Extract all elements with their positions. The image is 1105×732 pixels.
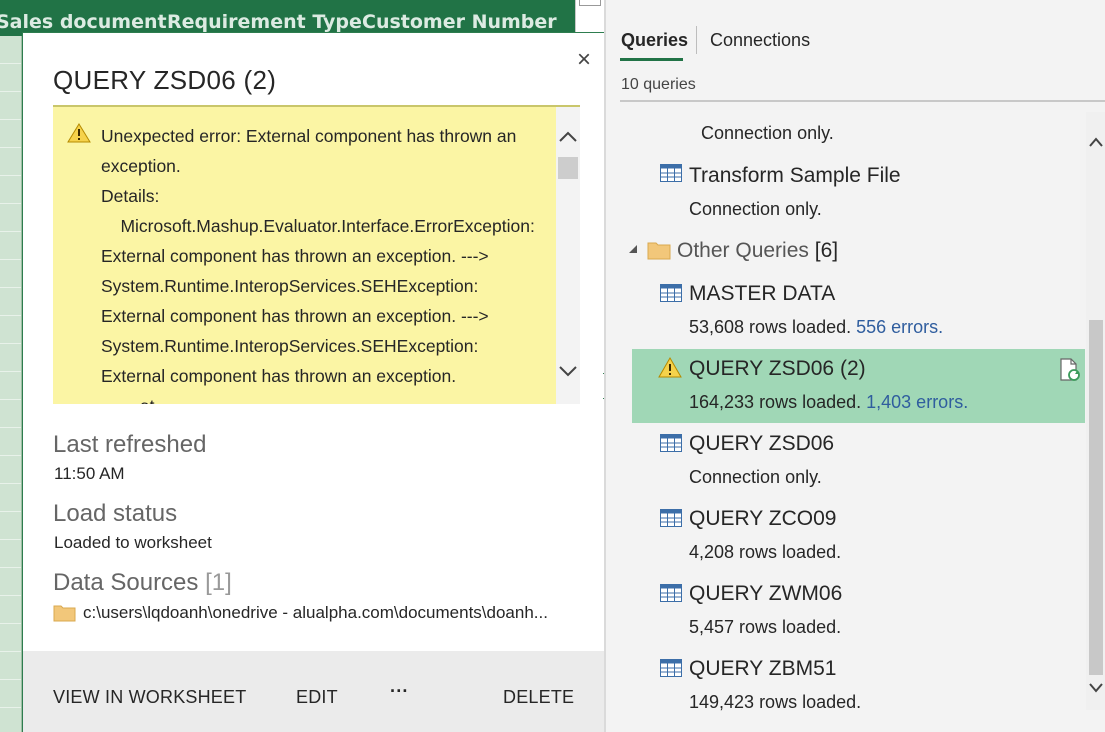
pane-divider — [620, 100, 1105, 102]
warning-icon — [67, 123, 91, 143]
error-scrollbar[interactable] — [556, 107, 580, 404]
query-status: 5,457 rows loaded. — [689, 617, 842, 637]
tab-queries-underline — [620, 58, 683, 61]
table-icon — [660, 434, 682, 452]
refresh-document-icon[interactable] — [1059, 358, 1081, 382]
table-rows-strip — [0, 36, 22, 732]
warning-icon — [658, 357, 682, 378]
header-sales-document[interactable]: Sales document — [0, 11, 167, 33]
chevron-down-icon[interactable] — [558, 363, 578, 379]
pane-scroll-thumb[interactable] — [1089, 320, 1103, 675]
query-name-zbm51[interactable]: QUERY ZBM51 — [689, 657, 836, 681]
query-name-master-data[interactable]: MASTER DATA — [689, 282, 835, 306]
edit-button[interactable]: EDIT — [296, 687, 338, 708]
data-sources-count: [1] — [205, 569, 232, 596]
chevron-up-icon[interactable] — [558, 129, 578, 145]
last-refreshed-value: 11:50 AM — [54, 464, 125, 483]
query-name-zco09[interactable]: QUERY ZCO09 — [689, 507, 836, 531]
query-name-zsd06-2[interactable]: QUERY ZSD06 (2) — [689, 357, 866, 381]
errors-link[interactable]: 556 errors. — [856, 317, 943, 337]
table-icon — [660, 659, 682, 677]
error-message-box: Unexpected error: External component has… — [53, 105, 580, 404]
tab-connections[interactable]: Connections — [710, 30, 810, 51]
folder-icon — [647, 242, 671, 260]
queries-connections-pane: Queries Connections 10 queries Connectio… — [604, 0, 1105, 732]
pane-scrollbar[interactable] — [1086, 112, 1105, 710]
error-details-text: Unexpected error: External component has… — [101, 126, 535, 404]
folder-icon — [53, 605, 76, 622]
query-name-transform-sample-file[interactable]: Transform Sample File — [689, 164, 901, 188]
query-name-zsd06[interactable]: QUERY ZSD06 — [689, 432, 834, 456]
query-status: 149,423 rows loaded. — [689, 692, 862, 712]
tab-queries[interactable]: Queries — [621, 30, 688, 51]
load-status-label: Load status — [53, 500, 178, 527]
rows-loaded-text: 164,233 rows loaded. — [689, 392, 862, 412]
group-name: Other Queries — [677, 239, 809, 262]
query-status: Connection only. — [689, 467, 822, 487]
error-scroll-thumb[interactable] — [558, 157, 578, 179]
load-status-value: Loaded to worksheet — [54, 533, 212, 552]
card-actions-bar: VIEW IN WORKSHEET EDIT ··· DELETE — [23, 651, 609, 732]
query-count: 10 queries — [621, 76, 696, 93]
group-count: [6] — [814, 239, 839, 262]
query-name-zwm06[interactable]: QUERY ZWM06 — [689, 582, 842, 606]
table-icon — [660, 284, 682, 302]
errors-link[interactable]: 1,403 errors. — [866, 392, 968, 412]
last-refreshed-label: Last refreshed — [53, 431, 207, 458]
chevron-up-icon[interactable] — [1089, 136, 1103, 148]
table-icon — [660, 584, 682, 602]
data-source-item[interactable]: c:\users\lqdoanh\onedrive - alualpha.com… — [53, 601, 583, 625]
collapse-triangle-icon[interactable] — [626, 244, 638, 254]
query-status: Connection only. — [689, 199, 822, 219]
tab-separator — [696, 26, 697, 54]
more-options-button[interactable]: ··· — [390, 681, 409, 702]
query-list: Connection only. Transform Sample File C… — [604, 112, 1086, 732]
card-title: QUERY ZSD06 (2) — [53, 65, 277, 95]
data-sources-label: Data Sources [1] — [53, 569, 232, 597]
delete-button[interactable]: DELETE — [503, 687, 574, 708]
table-header-row: Sales document Requirement Type Customer… — [0, 0, 604, 36]
query-status: 53,608 rows loaded. 556 errors. — [689, 317, 943, 338]
group-other-queries[interactable]: Other Queries [6] — [677, 239, 838, 263]
header-requirement-type[interactable]: Requirement Type — [167, 11, 362, 33]
data-sources-label-text: Data Sources — [53, 569, 199, 596]
data-source-path: c:\users\lqdoanh\onedrive - alualpha.com… — [83, 603, 548, 622]
query-status: 164,233 rows loaded. 1,403 errors. — [689, 392, 968, 413]
view-in-worksheet-button[interactable]: VIEW IN WORKSHEET — [53, 687, 246, 708]
sheet-corner — [575, 0, 604, 36]
query-status: Connection only. — [701, 123, 834, 143]
query-status: 4,208 rows loaded. — [689, 542, 842, 562]
table-icon — [660, 164, 682, 182]
query-card: QUERY ZSD06 (2) × Unexpected error: Exte… — [22, 32, 610, 732]
table-icon — [660, 509, 682, 527]
rows-loaded-text: 53,608 rows loaded. — [689, 317, 852, 337]
close-button[interactable]: × — [571, 47, 597, 73]
chevron-down-icon[interactable] — [1089, 682, 1103, 694]
header-customer-number[interactable]: Customer Number — [362, 11, 557, 33]
